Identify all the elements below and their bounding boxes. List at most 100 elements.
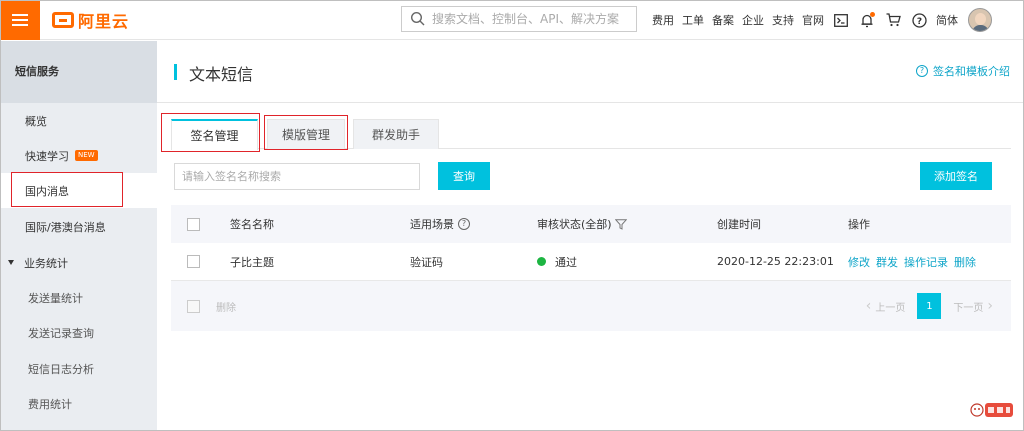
logo-text: 阿里云	[78, 12, 130, 31]
row-checkbox[interactable]	[187, 255, 200, 268]
notification-dot	[870, 12, 875, 17]
new-badge: NEW	[75, 150, 98, 161]
sidebar-item-log-analysis[interactable]: 短信日志分析	[0, 351, 157, 386]
question-icon[interactable]: ?	[458, 218, 470, 230]
sidebar-item-label: 短信日志分析	[28, 362, 94, 376]
add-signature-button[interactable]: 添加签名	[920, 162, 992, 190]
select-all-checkbox[interactable]	[187, 217, 200, 231]
nav-icp[interactable]: 备案	[712, 12, 734, 28]
delete-link[interactable]: 删除	[954, 254, 976, 270]
nav-fees[interactable]: 费用	[652, 12, 674, 28]
table-header: 签名名称 适用场景 ? 审核状态(全部) 创建时间 操作	[171, 205, 1011, 243]
header-status-label: 审核状态(全部)	[537, 218, 612, 231]
search-icon	[410, 11, 425, 26]
filter-icon[interactable]	[614, 218, 627, 230]
caret-down-icon	[8, 260, 14, 265]
row-select-cell	[187, 243, 200, 280]
header-status[interactable]: 审核状态(全部)	[537, 205, 627, 243]
chevron-left-icon: ‹	[865, 298, 872, 314]
select-all-cell	[187, 205, 200, 243]
pagination: ‹ 上一页 1 下一页 ›	[862, 293, 997, 319]
top-bar: 阿里云 费用 工单 备案 企业 支持 官网 ? 简体	[0, 0, 1024, 40]
tab-label: 签名管理	[190, 129, 239, 143]
sidebar-title: 短信服务	[0, 41, 157, 103]
tab-signature[interactable]: 签名管理	[171, 119, 258, 150]
help-link[interactable]: ? 签名和模板介绍	[916, 63, 1010, 79]
tab-bar: 签名管理 模版管理 群发助手	[171, 119, 1011, 150]
nav-tickets[interactable]: 工单	[682, 12, 704, 28]
header-created: 创建时间	[717, 218, 761, 231]
bulk-delete-button[interactable]: 删除	[216, 299, 236, 314]
cart-icon[interactable]	[884, 11, 902, 29]
aliyun-logo-icon	[52, 12, 74, 28]
avatar[interactable]	[968, 8, 992, 32]
title-accent-bar	[174, 64, 177, 80]
status-dot	[537, 257, 546, 266]
page-number-current[interactable]: 1	[917, 293, 942, 319]
sidebar-item-label: 国际/港澳台消息	[25, 220, 106, 234]
sidebar-item-send-volume[interactable]: 发送量统计	[0, 280, 157, 315]
sidebar-item-label: 概览	[25, 114, 47, 128]
language-switch[interactable]: 简体	[936, 12, 958, 28]
sidebar-item-label: 发送量统计	[28, 291, 83, 305]
table-row: 子比主题 验证码 通过 2020-12-25 22:23:01 修改 群发 操作…	[171, 243, 1011, 281]
page-header: 文本短信 ? 签名和模板介绍	[157, 41, 1024, 103]
global-search[interactable]	[401, 6, 637, 32]
header-actions: 操作	[848, 218, 870, 231]
bulk-send-link[interactable]: 群发	[876, 254, 898, 270]
operation-log-link[interactable]: 操作记录	[904, 254, 948, 270]
sidebar-item-send-records[interactable]: 发送记录查询	[0, 315, 157, 350]
footer-select-cell: 删除	[187, 281, 236, 331]
sidebar-item-label: 快速学习	[25, 149, 69, 163]
header-name: 签名名称	[230, 218, 274, 231]
cell-actions: 修改 群发 操作记录 删除	[848, 243, 982, 280]
global-search-input[interactable]	[432, 12, 636, 26]
cell-scene: 验证码	[410, 255, 443, 269]
signature-table: 签名名称 适用场景 ? 审核状态(全部) 创建时间 操作 子比主题 验证码 通过…	[171, 205, 1011, 331]
menu-button[interactable]	[0, 0, 40, 40]
sidebar-item-label: 发送记录查询	[28, 326, 94, 340]
tab-label: 群发助手	[371, 128, 420, 142]
status-label: 通过	[555, 255, 577, 269]
nav-support[interactable]: 支持	[772, 12, 794, 28]
query-button[interactable]: 查询	[438, 162, 490, 190]
sidebar-item-label: 业务统计	[24, 256, 68, 270]
edit-link[interactable]: 修改	[848, 254, 870, 270]
top-nav: 费用 工单 备案 企业 支持 官网 ? 简体	[652, 0, 992, 40]
question-icon: ?	[916, 65, 928, 77]
footer-checkbox[interactable]	[187, 299, 200, 313]
header-scene: 适用场景 ?	[410, 205, 470, 243]
sidebar-group-stats[interactable]: 业务统计	[0, 245, 157, 280]
sidebar-item-international[interactable]: 国际/港澳台消息	[0, 209, 157, 244]
watermark-logo	[970, 403, 1013, 417]
sidebar-item-label: 国内消息	[25, 184, 69, 198]
sidebar-item-cost-stats[interactable]: 费用统计	[0, 386, 157, 421]
next-page-button[interactable]: 下一页	[953, 299, 983, 314]
signature-search-input[interactable]	[174, 163, 420, 190]
cell-created: 2020-12-25 22:23:01	[717, 255, 834, 268]
help-icon[interactable]: ?	[910, 11, 928, 29]
aliyun-logo[interactable]: 阿里云	[52, 9, 129, 31]
help-link-label: 签名和模板介绍	[933, 65, 1010, 78]
cell-status: 通过	[537, 243, 577, 280]
tab-label: 模版管理	[281, 128, 330, 142]
sidebar: 短信服务 概览 快速学习 NEW 国内消息 国际/港澳台消息 业务统计 发送量统…	[0, 41, 157, 431]
hamburger-icon	[12, 14, 28, 26]
nav-enterprise[interactable]: 企业	[742, 12, 764, 28]
sidebar-item-domestic[interactable]: 国内消息	[0, 173, 157, 208]
svg-text:?: ?	[916, 17, 921, 27]
sidebar-item-label: 费用统计	[28, 397, 72, 411]
tab-template[interactable]: 模版管理	[267, 119, 345, 149]
sidebar-item-quick-start[interactable]: 快速学习 NEW	[0, 138, 157, 173]
bell-icon[interactable]	[858, 11, 876, 29]
nav-official-site[interactable]: 官网	[802, 12, 824, 28]
header-scene-label: 适用场景	[410, 218, 454, 231]
page-title: 文本短信	[189, 65, 254, 84]
tab-bulk-send[interactable]: 群发助手	[353, 119, 439, 149]
terminal-icon[interactable]	[832, 11, 850, 29]
table-footer: 删除 ‹ 上一页 1 下一页 ›	[171, 281, 1011, 331]
cell-name: 子比主题	[230, 255, 274, 269]
sidebar-item-overview[interactable]: 概览	[0, 103, 157, 138]
prev-page-button[interactable]: 上一页	[875, 299, 905, 314]
chevron-right-icon: ›	[987, 298, 993, 314]
